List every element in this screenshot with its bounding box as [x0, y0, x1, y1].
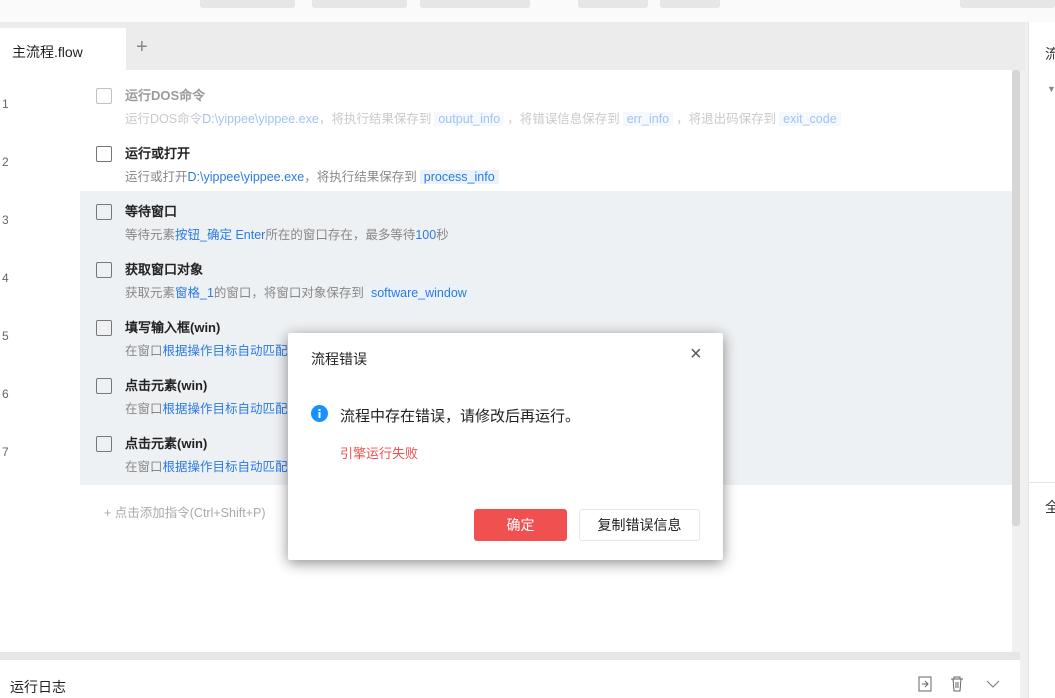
step-title: 运行或打开	[125, 146, 191, 161]
right-panel-section: 全	[1045, 499, 1055, 515]
step-icon	[96, 320, 112, 336]
step-icon	[96, 204, 112, 220]
close-icon[interactable]: ×	[690, 343, 702, 366]
toolbar-button[interactable]	[312, 0, 407, 8]
line-number: 5	[2, 329, 9, 343]
copy-error-button[interactable]: 复制错误信息	[579, 509, 700, 541]
chevron-down-icon[interactable]	[986, 680, 1000, 688]
step-param: 按钮_确定 Enter	[175, 228, 266, 242]
step-param: 根据操作目标自动匹配	[162, 402, 288, 416]
info-icon	[311, 405, 328, 422]
dialog-message: 流程中存在错误，请修改后再运行。	[340, 408, 581, 425]
add-command-button[interactable]: + 点击添加指令(Ctrl+Shift+P)	[104, 502, 266, 521]
step-text: 运行或打开	[125, 170, 188, 184]
step-description: 获取元素窗格_1的窗口，将窗口对象保存到 software_window	[125, 282, 474, 301]
step-text: 的窗口，将窗口对象保存到	[213, 286, 364, 300]
step-param: output_info	[434, 112, 505, 126]
error-dialog: 流程错误 × 流程中存在错误，请修改后再运行。 引擎运行失败 确定 复制错误信息	[288, 333, 723, 560]
step-title: 点击元素(win)	[125, 378, 208, 393]
confirm-button[interactable]: 确定	[474, 509, 567, 541]
toolbar-button[interactable]	[420, 0, 530, 8]
step-description: 在窗口根据操作目标自动匹配	[125, 456, 288, 475]
step-text: 等待元素	[125, 228, 176, 242]
flow-step-row[interactable]: 等待窗口等待元素按钮_确定 Enter所在的窗口存在，最多等待100秒	[80, 191, 1012, 249]
step-param: 根据操作目标自动匹配	[162, 344, 288, 358]
step-text: 所在的窗口存在，最多等待	[265, 228, 416, 242]
step-text: 在窗口	[125, 460, 163, 474]
step-title: 运行DOS命令	[125, 88, 206, 103]
step-description: 运行DOS命令D:\yippee\yippee.exe，将执行结果保存到 outp…	[125, 108, 844, 127]
line-number: 3	[2, 213, 9, 227]
toolbar-button[interactable]	[200, 0, 295, 8]
step-text: 运行DOS命令	[125, 112, 203, 126]
step-text: ，将错误信息保存到	[507, 112, 620, 126]
right-panel: 流 ▼ 全	[1028, 22, 1055, 698]
line-number: 2	[2, 155, 9, 169]
step-text: ，将执行结果保存到	[304, 170, 417, 184]
step-description: 在窗口根据操作目标自动匹配	[125, 340, 288, 359]
step-title: 填写输入框(win)	[125, 320, 221, 335]
caret-down-icon[interactable]: ▼	[1047, 84, 1055, 94]
line-gutter	[0, 70, 80, 652]
run-log-title: 运行日志	[10, 679, 66, 695]
export-icon[interactable]	[918, 676, 932, 692]
step-text: ，将执行结果保存到	[318, 112, 432, 126]
step-param: exit_code	[779, 112, 841, 126]
step-title: 等待窗口	[125, 204, 178, 219]
step-param: 根据操作目标自动匹配	[162, 460, 288, 474]
right-panel-title: 流	[1045, 46, 1055, 62]
step-description: 运行或打开D:\yippee\yippee.exe，将执行结果保存到 proces…	[125, 166, 502, 185]
step-param: process_info	[419, 170, 499, 184]
run-log-panel: 运行日志	[0, 660, 1020, 698]
line-number: 7	[2, 445, 9, 459]
run-button[interactable]	[578, 0, 648, 8]
add-tab-button[interactable]: +	[136, 36, 148, 59]
step-text: ，将退出码保存到	[676, 112, 777, 126]
trash-icon[interactable]	[950, 676, 964, 692]
step-description: 等待元素按钮_确定 Enter所在的窗口存在，最多等待100秒	[125, 224, 449, 243]
scrollbar[interactable]	[1012, 70, 1020, 526]
step-icon	[96, 88, 112, 104]
tab-bar	[0, 22, 1025, 70]
step-param: err_info	[622, 112, 674, 126]
line-number: 6	[2, 387, 9, 401]
step-param: D:\yippee\yippee.exe	[202, 112, 319, 126]
toolbar-button[interactable]	[960, 0, 1055, 8]
flow-step-row[interactable]: 运行DOS命令 运行DOS命令D:\yippee\yippee.exe，将执行结果…	[80, 75, 1012, 133]
step-text: 秒	[436, 228, 449, 242]
toolbar-button[interactable]	[660, 0, 720, 8]
step-icon	[96, 378, 112, 394]
step-param: software_window	[366, 286, 471, 300]
line-number: 4	[2, 271, 9, 285]
step-icon	[96, 436, 112, 452]
dialog-title: 流程错误	[311, 351, 367, 367]
step-icon	[96, 146, 112, 162]
step-param: D:\yippee\yippee.exe	[187, 170, 305, 184]
step-description: 在窗口根据操作目标自动匹配	[125, 398, 288, 417]
step-param: 窗格_1	[175, 286, 214, 300]
step-title: 点击元素(win)	[125, 436, 208, 451]
tab-main-flow[interactable]: 主流程.flow	[0, 28, 126, 70]
step-icon	[96, 262, 112, 278]
step-title: 获取窗口对象	[125, 262, 204, 277]
line-number: 1	[2, 97, 9, 111]
flow-step-row[interactable]: 获取窗口对象 获取元素窗格_1的窗口，将窗口对象保存到 software_windo…	[80, 249, 1012, 307]
toolbar	[0, 0, 1055, 22]
flow-step-row[interactable]: 运行或打开 运行或打开D:\yippee\yippee.exe，将执行结果保存到 p…	[80, 133, 1012, 191]
step-text: 在窗口	[125, 402, 163, 416]
splitter[interactable]	[0, 652, 1020, 660]
step-param: 100	[415, 228, 437, 242]
step-text: 获取元素	[125, 286, 176, 300]
dialog-error-detail: 引擎运行失败	[340, 446, 419, 461]
step-text: 在窗口	[125, 344, 163, 358]
